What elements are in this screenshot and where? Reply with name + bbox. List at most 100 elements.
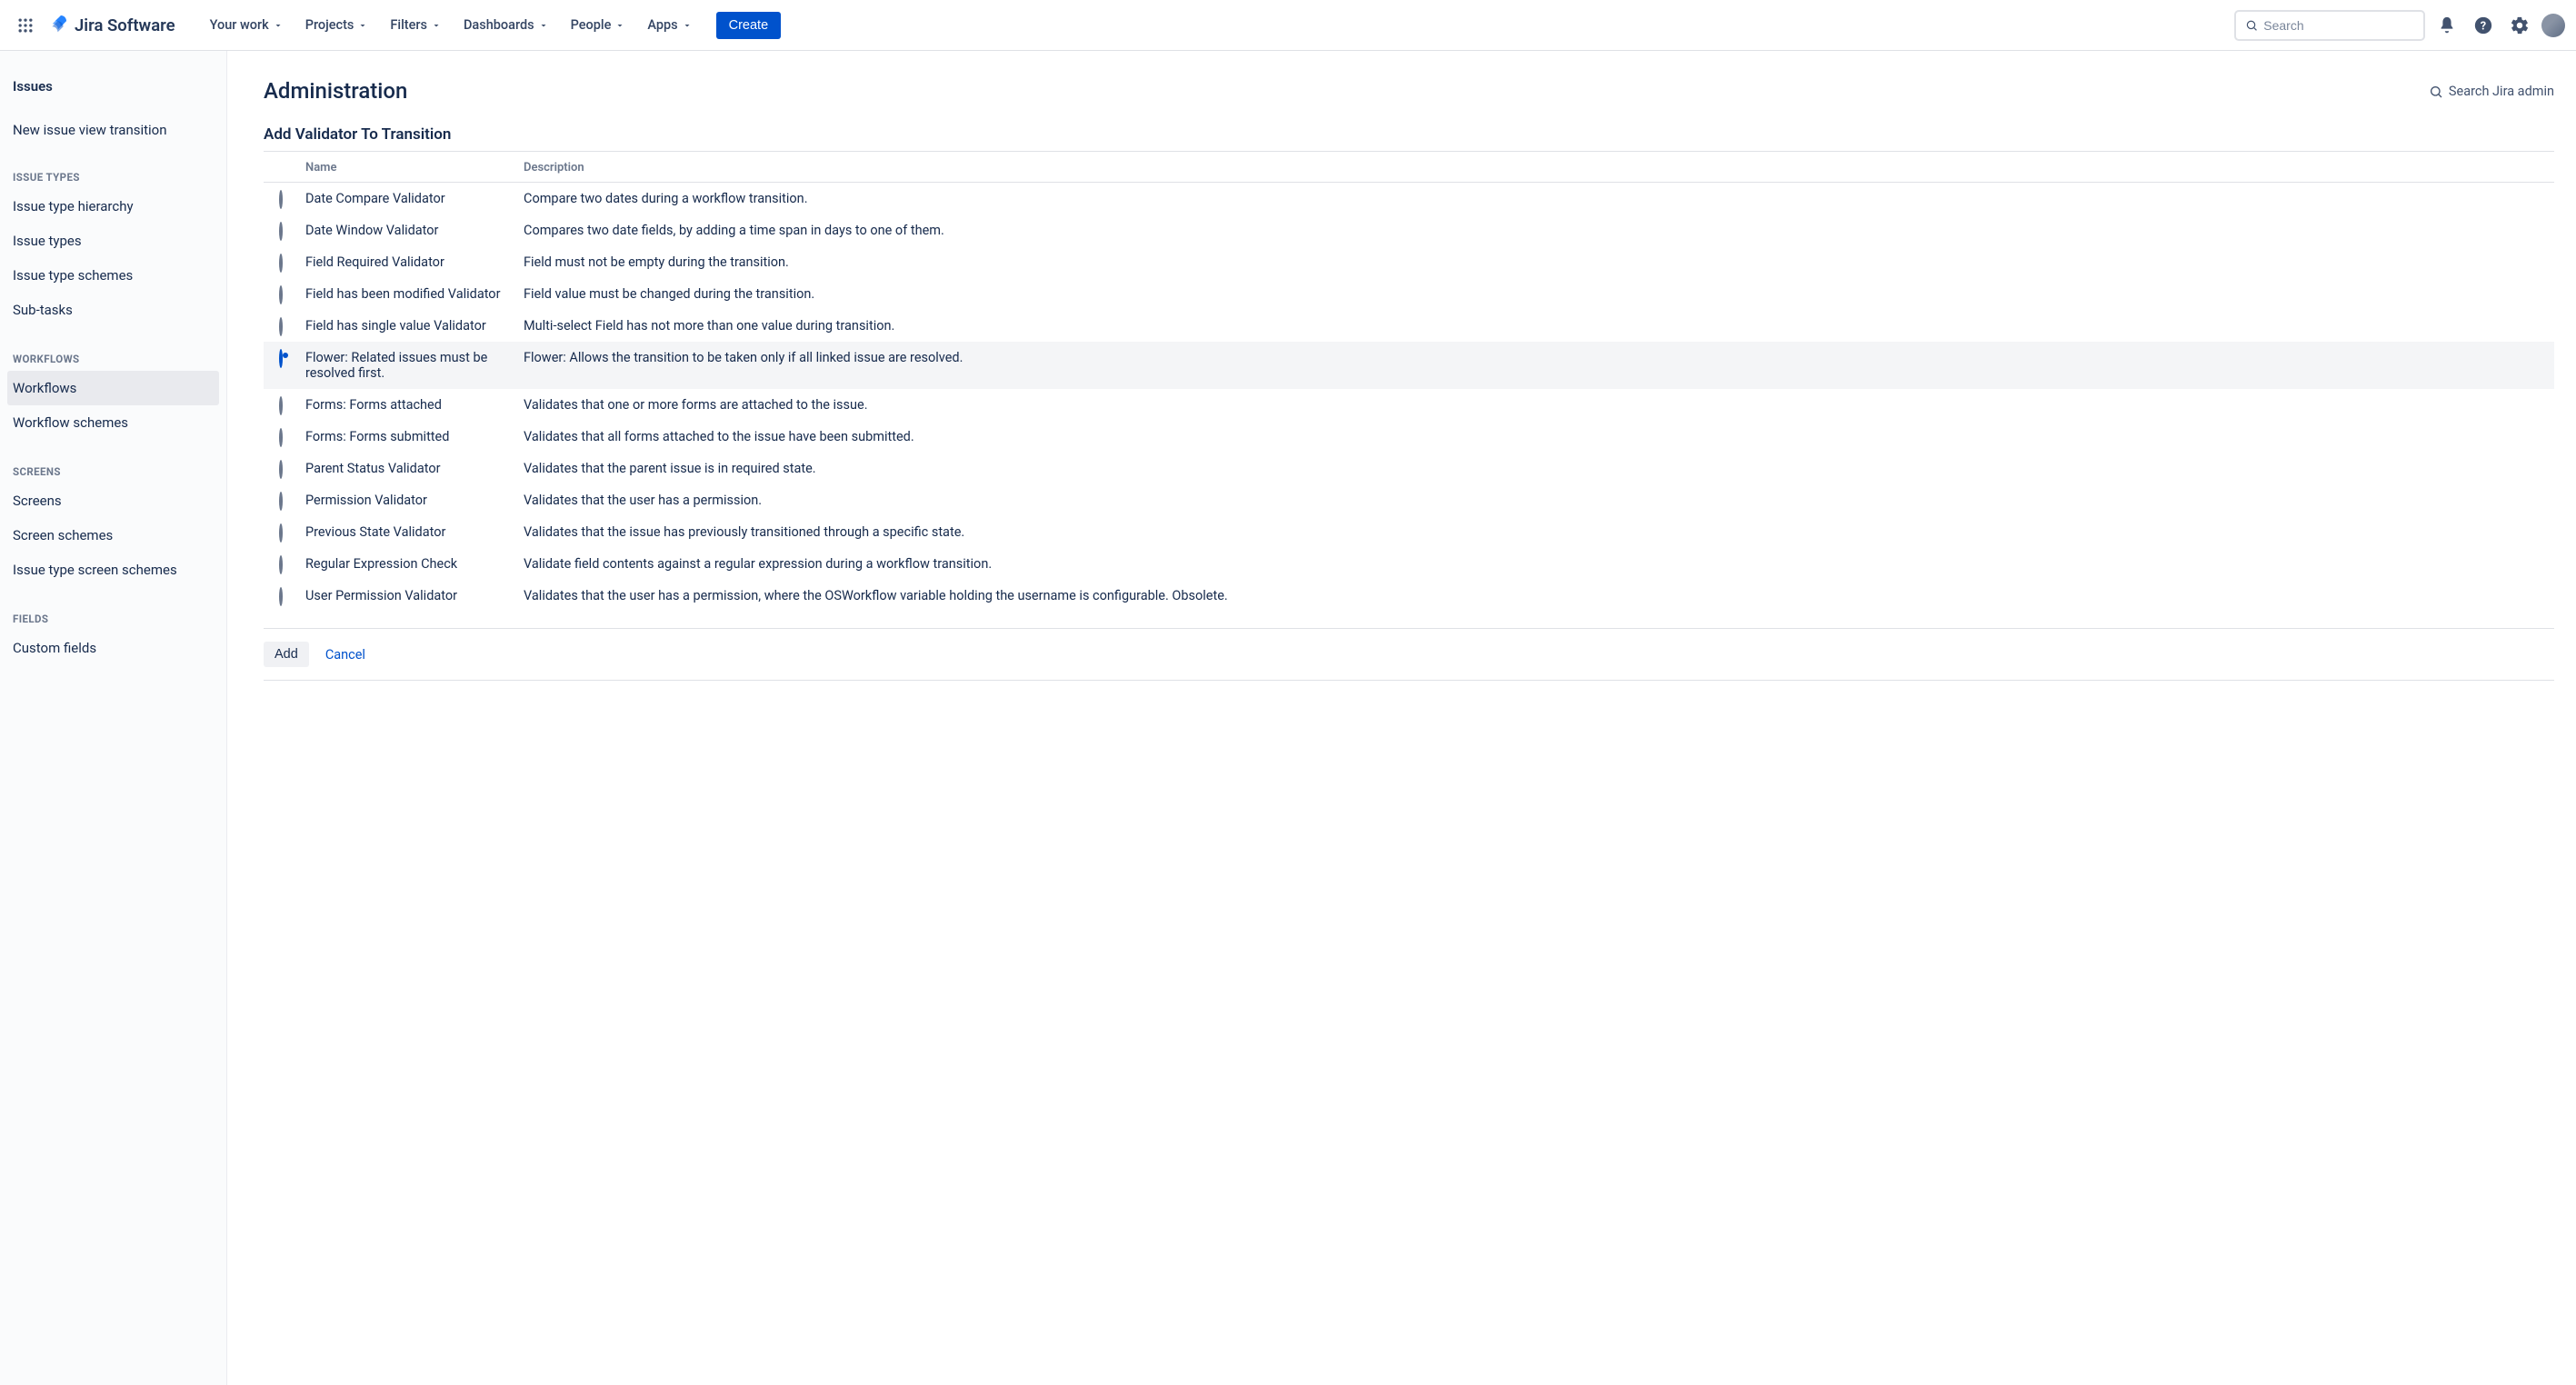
table-row[interactable]: Forms: Forms attachedValidates that one … (264, 389, 2554, 421)
nav-item-projects[interactable]: Projects (296, 12, 380, 38)
sidebar-group: WORKFLOWSWorkflowsWorkflow schemes (7, 344, 219, 440)
sidebar-group-title: FIELDS (7, 603, 219, 631)
chevron-down-icon (682, 19, 694, 32)
top-nav: Jira Software Your work Projects Filters Da… (0, 0, 2576, 51)
main-header-row: Administration Search Jira admin (264, 78, 2554, 125)
table-row[interactable]: Field Required ValidatorField must not b… (264, 246, 2554, 278)
form-footer: Add Cancel (264, 628, 2554, 681)
sidebar-item-screens[interactable]: Screens (7, 483, 219, 518)
radio-input[interactable] (279, 428, 283, 447)
sidebar-item-workflow-schemes[interactable]: Workflow schemes (7, 405, 219, 440)
radio-input[interactable] (279, 460, 283, 479)
radio-input[interactable] (279, 190, 283, 209)
admin-search-link[interactable]: Search Jira admin (2429, 84, 2554, 99)
top-nav-right: ? (2234, 10, 2565, 41)
product-logo[interactable]: Jira Software (44, 15, 183, 35)
sidebar-item-issue-type-hierarchy[interactable]: Issue type hierarchy (7, 189, 219, 224)
notifications-icon[interactable] (2432, 11, 2461, 40)
search-input[interactable] (2263, 18, 2414, 33)
sidebar-back-link[interactable]: Issues (7, 73, 219, 113)
nav-item-label: Dashboards (464, 17, 534, 33)
user-avatar[interactable] (2541, 14, 2565, 37)
page-title: Administration (264, 78, 407, 104)
validator-description: Validates that the user has a permission… (516, 484, 2554, 516)
table-row[interactable]: Field has single value ValidatorMulti-se… (264, 310, 2554, 342)
validator-name: Parent Status Validator (298, 453, 516, 484)
nav-item-filters[interactable]: Filters (381, 12, 453, 38)
sidebar-item-issue-type-screen-schemes[interactable]: Issue type screen schemes (7, 553, 219, 587)
admin-search-label: Search Jira admin (2449, 84, 2554, 99)
table-row[interactable]: Forms: Forms submittedValidates that all… (264, 421, 2554, 453)
table-row[interactable]: Regular Expression CheckValidate field c… (264, 548, 2554, 580)
radio-input[interactable] (279, 349, 283, 368)
table-row[interactable]: Flower: Related issues must be resolved … (264, 342, 2554, 389)
radio-input[interactable] (279, 492, 283, 511)
chevron-down-icon (273, 19, 285, 32)
radio-cell (264, 516, 298, 548)
radio-input[interactable] (279, 587, 283, 606)
table-row[interactable]: Permission ValidatorValidates that the u… (264, 484, 2554, 516)
nav-item-label: People (571, 17, 612, 33)
app-switcher-icon[interactable] (11, 11, 40, 40)
radio-cell (264, 342, 298, 389)
validator-description: Compares two date fields, by adding a ti… (516, 214, 2554, 246)
validator-name: User Permission Validator (298, 580, 516, 612)
jira-icon (51, 15, 71, 35)
validator-name: Flower: Related issues must be resolved … (298, 342, 516, 389)
global-search[interactable] (2234, 10, 2425, 41)
top-nav-left: Jira Software Your work Projects Filters Da… (11, 11, 781, 40)
search-icon (2429, 85, 2443, 99)
nav-item-label: Your work (210, 17, 269, 33)
validator-description: Field must not be empty during the trans… (516, 246, 2554, 278)
radio-cell (264, 453, 298, 484)
sidebar-item-workflows[interactable]: Workflows (7, 371, 219, 405)
radio-cell (264, 484, 298, 516)
validator-name: Permission Validator (298, 484, 516, 516)
add-button[interactable]: Add (264, 642, 309, 667)
sidebar-item-custom-fields[interactable]: Custom fields (7, 631, 219, 665)
nav-item-people[interactable]: People (562, 12, 637, 38)
nav-item-label: Filters (390, 17, 427, 33)
validator-name: Forms: Forms attached (298, 389, 516, 421)
radio-input[interactable] (279, 523, 283, 543)
radio-input[interactable] (279, 254, 283, 273)
nav-item-apps[interactable]: Apps (638, 12, 703, 38)
create-button[interactable]: Create (716, 12, 782, 39)
nav-item-label: Projects (305, 17, 354, 33)
search-icon (2245, 18, 2258, 33)
radio-input[interactable] (279, 285, 283, 304)
validator-name: Field Required Validator (298, 246, 516, 278)
col-name: Name (298, 152, 516, 183)
validator-description: Multi-select Field has not more than one… (516, 310, 2554, 342)
radio-input[interactable] (279, 396, 283, 415)
validator-description: Validates that the parent issue is in re… (516, 453, 2554, 484)
cancel-button[interactable]: Cancel (325, 647, 365, 663)
nav-item-dashboards[interactable]: Dashboards (454, 12, 560, 38)
nav-item-your-work[interactable]: Your work (201, 12, 295, 38)
validator-name: Field has single value Validator (298, 310, 516, 342)
sidebar-item-issue-types[interactable]: Issue types (7, 224, 219, 258)
validator-name: Date Compare Validator (298, 183, 516, 215)
radio-input[interactable] (279, 317, 283, 336)
table-row[interactable]: Field has been modified ValidatorField v… (264, 278, 2554, 310)
validator-description: Validates that all forms attached to the… (516, 421, 2554, 453)
table-row[interactable]: Date Compare ValidatorCompare two dates … (264, 183, 2554, 215)
table-row[interactable]: User Permission ValidatorValidates that … (264, 580, 2554, 612)
table-row[interactable]: Date Window ValidatorCompares two date f… (264, 214, 2554, 246)
validator-name: Forms: Forms submitted (298, 421, 516, 453)
validator-description: Validates that one or more forms are att… (516, 389, 2554, 421)
help-icon[interactable]: ? (2469, 11, 2498, 40)
section-title: Add Validator To Transition (264, 125, 2554, 152)
sidebar-top-link[interactable]: New issue view transition (7, 113, 219, 147)
sidebar-item-issue-type-schemes[interactable]: Issue type schemes (7, 258, 219, 293)
sidebar-item-screen-schemes[interactable]: Screen schemes (7, 518, 219, 553)
settings-icon[interactable] (2505, 11, 2534, 40)
radio-input[interactable] (279, 555, 283, 574)
chevron-down-icon (431, 19, 444, 32)
radio-input[interactable] (279, 222, 283, 241)
table-row[interactable]: Parent Status ValidatorValidates that th… (264, 453, 2554, 484)
col-radio (264, 152, 298, 183)
table-row[interactable]: Previous State ValidatorValidates that t… (264, 516, 2554, 548)
sidebar-group: SCREENSScreensScreen schemesIssue type s… (7, 456, 219, 587)
sidebar-item-sub-tasks[interactable]: Sub-tasks (7, 293, 219, 327)
